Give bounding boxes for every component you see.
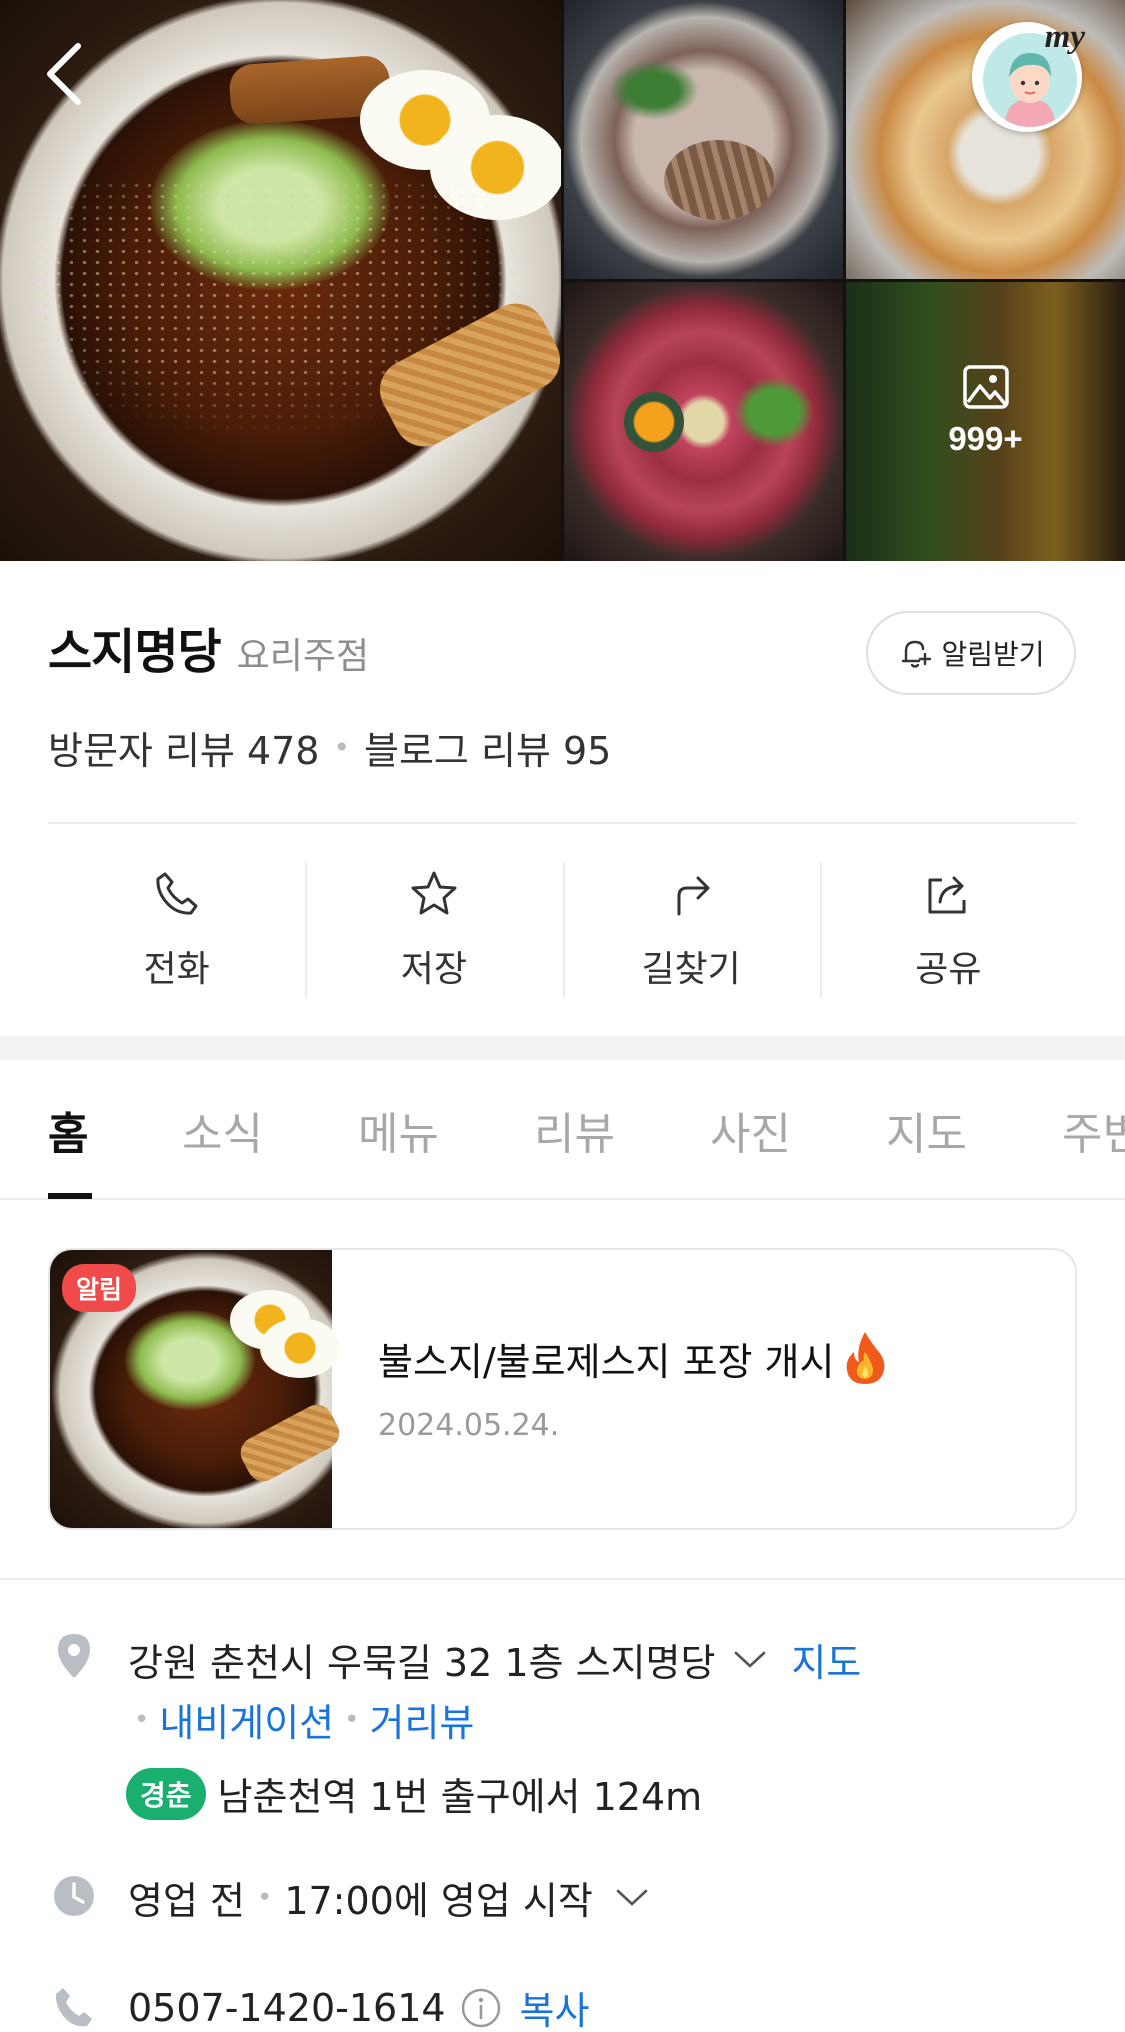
directions-button[interactable]: 길찾기: [562, 858, 820, 1002]
review-summary: 방문자 리뷰 478 • 블로그 리뷰 95: [48, 720, 611, 775]
clock-icon: [54, 1876, 94, 1916]
save-label: 저장: [400, 949, 467, 990]
phone-row: 0507-1420-1614 복사: [128, 1980, 589, 2032]
visitor-reviews-link[interactable]: 방문자 리뷰 478: [48, 720, 320, 775]
star-icon: [411, 871, 457, 915]
separator-dot: •: [333, 731, 351, 764]
photo-gallery: 999+ my: [0, 0, 1125, 561]
share-icon: [928, 876, 966, 914]
news-title: 불스지/불로제스지 포장 개시: [378, 1330, 888, 1386]
action-bar: 전화 저장 길찾기 공유: [48, 858, 1077, 1002]
fire-icon: [847, 1332, 885, 1384]
notify-label: 알림받기: [941, 638, 1045, 671]
hours-text: 17:00에 영업 시작: [284, 1879, 593, 1923]
share-button[interactable]: 공유: [819, 858, 1077, 1002]
subway-distance: 남춘천역 1번 출구에서 124m: [217, 1775, 703, 1819]
call-button[interactable]: 전화: [48, 858, 305, 1002]
photo-count-label: 999+: [948, 420, 1023, 457]
navigation-link[interactable]: 내비게이션: [159, 1692, 334, 1747]
news-badge: 알림: [62, 1264, 137, 1312]
news-thumbnail: 알림: [50, 1250, 345, 1528]
address-text: 강원 춘천시 우묵길 32 1층 스지명당: [128, 1641, 716, 1685]
phone-icon: [55, 1988, 92, 2027]
hours-status: 영업 전: [128, 1879, 245, 1923]
divider: [0, 1578, 1125, 1580]
photo-thumb[interactable]: [564, 282, 843, 561]
directions-icon: [677, 876, 710, 916]
street-view-link[interactable]: 거리뷰: [370, 1692, 475, 1747]
place-name: 스지명당: [48, 624, 222, 680]
back-button[interactable]: [38, 38, 90, 110]
subway-info: 경춘 남춘천역 1번 출구에서 124m: [126, 1766, 702, 1821]
tab-home[interactable]: 홈: [48, 1060, 88, 1198]
tab-map[interactable]: 지도: [886, 1060, 967, 1198]
photo-detail: [609, 60, 699, 120]
save-button[interactable]: 저장: [305, 858, 562, 1002]
tab-nearby[interactable]: 주변: [1062, 1060, 1125, 1198]
separator-dot: •: [256, 1882, 273, 1913]
tab-photos[interactable]: 사진: [710, 1060, 791, 1198]
my-profile-button[interactable]: my: [972, 19, 1085, 132]
address-links: • 내비게이션 • 거리뷰: [124, 1692, 474, 1747]
photo-detail: [235, 1399, 345, 1487]
hours-row[interactable]: 영업 전 • 17:00에 영업 시작: [128, 1870, 649, 1925]
photo-detail: [664, 140, 774, 220]
tab-reviews[interactable]: 리뷰: [534, 1060, 615, 1198]
photo-detail: [624, 392, 684, 452]
subway-line-badge: 경춘: [126, 1767, 206, 1820]
place-category: 요리주점: [236, 636, 370, 677]
place-title: 스지명당 요리주점: [48, 612, 369, 682]
separator-dot: •: [134, 1704, 150, 1735]
news-title-text: 불스지/불로제스지 포장 개시: [378, 1339, 835, 1384]
section-separator: [0, 1036, 1125, 1060]
tab-bar: 홈 소식 메뉴 리뷰 사진 지도 주변: [0, 1060, 1125, 1200]
notify-button[interactable]: 알림받기: [866, 611, 1076, 695]
call-label: 전화: [143, 949, 210, 990]
separator-dot: •: [344, 1704, 360, 1735]
blog-reviews-link[interactable]: 블로그 리뷰 95: [364, 720, 611, 775]
info-icon[interactable]: [460, 1987, 502, 2029]
chevron-down-icon[interactable]: [733, 1650, 767, 1670]
more-photos-tile[interactable]: 999+: [846, 282, 1125, 561]
avatar-label: my: [1044, 19, 1085, 55]
back-arrow-icon: [47, 43, 81, 105]
tab-menu[interactable]: 메뉴: [358, 1060, 439, 1198]
photo-detail: [734, 377, 814, 447]
copy-phone-button[interactable]: 복사: [520, 1980, 590, 2032]
phone-icon: [156, 872, 198, 915]
image-icon: [962, 365, 1009, 409]
tab-news[interactable]: 소식: [182, 1060, 263, 1198]
location-pin-icon: [58, 1634, 90, 1678]
news-date: 2024.05.24.: [378, 1408, 560, 1443]
photo-thumb[interactable]: [564, 0, 843, 279]
bell-plus-icon: [902, 640, 932, 668]
news-card[interactable]: 알림 불스지/불로제스지 포장 개시 2024.05.24.: [48, 1248, 1077, 1530]
address-row[interactable]: 강원 춘천시 우묵길 32 1층 스지명당 지도: [128, 1632, 861, 1687]
share-label: 공유: [915, 949, 982, 990]
photo-count: 999+: [846, 364, 1125, 458]
divider: [48, 822, 1077, 824]
map-link[interactable]: 지도: [791, 1632, 861, 1687]
active-tab-indicator: [48, 1193, 92, 1199]
directions-label: 길찾기: [641, 949, 741, 990]
chevron-down-icon[interactable]: [615, 1888, 649, 1908]
photo-detail: [260, 1318, 340, 1378]
phone-number[interactable]: 0507-1420-1614: [128, 1986, 446, 2030]
